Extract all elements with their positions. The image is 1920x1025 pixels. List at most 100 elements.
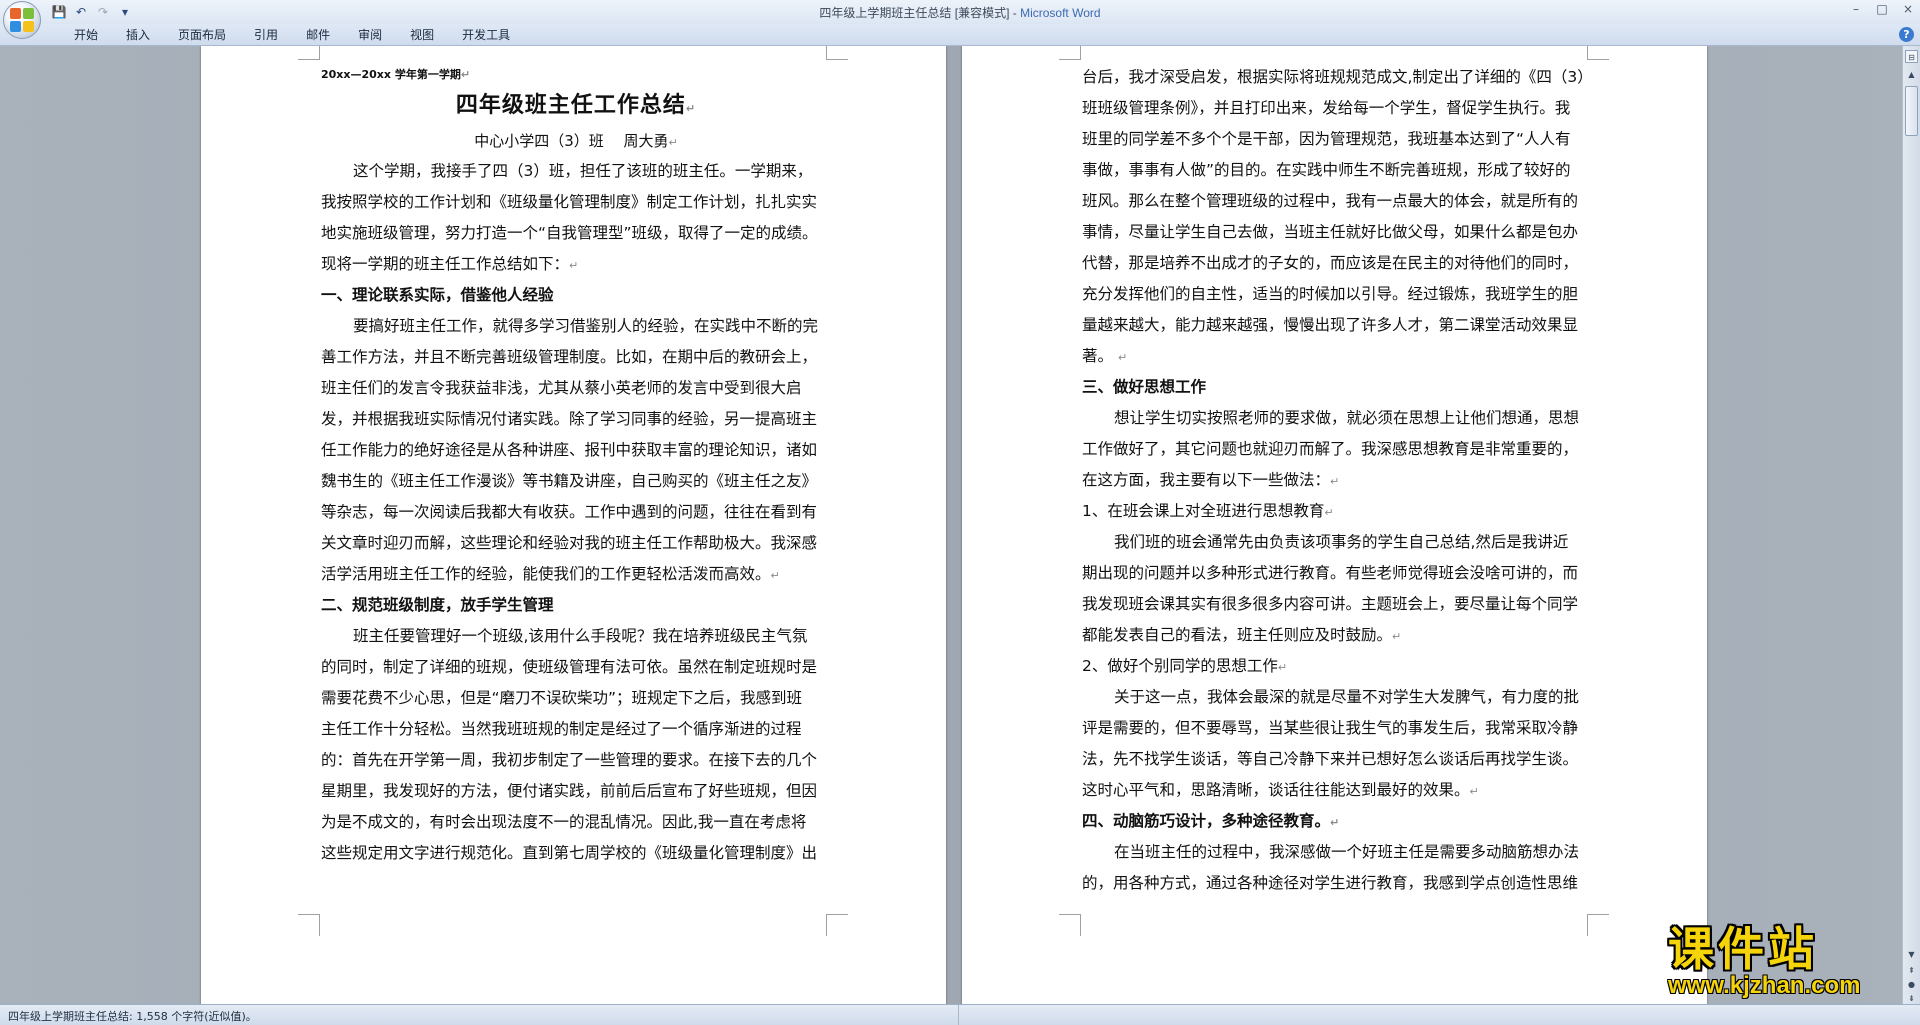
scroll-thumb[interactable] <box>1905 86 1918 136</box>
tab-mailings[interactable]: 邮件 <box>292 28 344 44</box>
paragraph-mark-icon: ↵ <box>770 569 780 582</box>
line-text: 这些规定用文字进行规范化。直到第七周学校的《班级量化管理制度》出 <box>321 844 818 862</box>
document-heading: 四年级班主任工作总结↵ <box>455 93 697 118</box>
page-1[interactable]: 20xx—20xx 学年第一学期↵ 四年级班主任工作总结↵ 中心小学四（3）班 … <box>201 46 946 1004</box>
office-logo-icon <box>10 8 34 32</box>
page-1-text[interactable]: 20xx—20xx 学年第一学期↵ 四年级班主任工作总结↵ 中心小学四（3）班 … <box>321 64 831 869</box>
line-text: 期出现的问题并以多种形式进行教育。有些老师觉得班会没啥可讲的，而 <box>1082 564 1579 582</box>
crop-mark <box>826 914 848 936</box>
tab-references[interactable]: 引用 <box>240 28 292 44</box>
line-text: 量越来越大，能力越来越强，慢慢出现了许多人才，第二课堂活动效果显 <box>1082 316 1579 334</box>
title-bar: 💾 ↶ ↷ ▾ 四年级上学期班主任总结 [兼容模式] - Microsoft W… <box>0 0 1920 39</box>
word-count-status[interactable]: 四年级上学期班主任总结: 1,558 个字符(近似值)。 <box>8 1008 257 1024</box>
line-text: 事做，事事有人做”的目的。在实践中师生不断完善班规，形成了较好的 <box>1082 161 1571 179</box>
paragraph-line: 期出现的问题并以多种形式进行教育。有些老师觉得班会没啥可讲的，而 <box>1082 558 1595 589</box>
line-text: 班里的同学差不多个个是干部，因为管理规范，我班基本达到了“人人有 <box>1082 130 1571 148</box>
crop-mark <box>1059 914 1081 936</box>
line-text: 班班级管理条例》，并且打印出来，发给每一个学生，督促学生执行。我 <box>1082 99 1571 117</box>
line-text: 我们班的班会通常先由负责该项事务的学生自己总结,然后是我讲近 <box>1114 533 1569 551</box>
paragraph-line: 班主任们的发言令我获益非浅，尤其从蔡小英老师的发言中受到很大启 <box>321 373 831 404</box>
paragraph-line: 法，先不找学生谈话，等自己冷静下来并已想好怎么谈话后再找学生谈。 <box>1082 744 1595 775</box>
window-title: 四年级上学期班主任总结 [兼容模式] - Microsoft Word <box>0 4 1920 21</box>
paragraph-line: 等杂志，每一次阅读后我都大有收获。工作中遇到的问题，往往在看到有 <box>321 497 831 528</box>
line-text: 的，用各种方式，通过各种途径对学生进行教育，我感到学点创造性思维 <box>1082 874 1579 892</box>
window-controls: – □ × <box>1850 2 1914 16</box>
line-text: 工作做好了，其它问题也就迎刃而解了。我深感思想教育是非常重要的， <box>1082 440 1579 458</box>
line-text: 评是需要的，但不要辱骂，当某些很让我生气的事发生后，我常采取冷静 <box>1082 719 1579 737</box>
status-bar: 四年级上学期班主任总结: 1,558 个字符(近似值)。 <box>0 1004 1920 1025</box>
previous-page-icon[interactable]: ⇞ <box>1905 964 1918 977</box>
line-text: 三、做好思想工作 <box>1082 378 1207 396</box>
paragraph-line: 班主任要管理好一个班级,该用什么手段呢？我在培养班级民主气氛 <box>321 621 831 652</box>
line-text: 这个学期，我接手了四（3）班，担任了该班的班主任。一学期来， <box>353 162 813 180</box>
app-name: Microsoft Word <box>1020 6 1101 20</box>
scroll-up-icon[interactable]: ▲ <box>1905 68 1918 81</box>
paragraph-line: 在当班主任的过程中，我深感做一个好班主任是需要多动脑筋想办法 <box>1082 837 1595 868</box>
line-text: 地实施班级管理，努力打造一个“自我管理型”班级，取得了一定的成绩。 <box>321 224 818 242</box>
status-divider <box>958 1005 959 1025</box>
help-icon[interactable]: ? <box>1899 27 1914 42</box>
line-text: 的：首先在开学第一周，我初步制定了一些管理的要求。在接下去的几个 <box>321 751 818 769</box>
paragraph-line: 的，用各种方式，通过各种途径对学生进行教育，我感到学点创造性思维 <box>1082 868 1595 899</box>
line-text: 发，并根据我班实际情况付诸实践。除了学习同事的经验，另一提高班主 <box>321 410 818 428</box>
watermark-text: 课件站 <box>1668 922 1818 976</box>
document-area: 20xx—20xx 学年第一学期↵ 四年级班主任工作总结↵ 中心小学四（3）班 … <box>0 46 1902 1004</box>
tab-review[interactable]: 审阅 <box>344 28 396 44</box>
line-text: 想让学生切实按照老师的要求做，就必须在思想上让他们想通，思想 <box>1114 409 1580 427</box>
scroll-down-icon[interactable]: ▼ <box>1905 948 1918 961</box>
paragraph-line: 在这方面，我主要有以下一些做法：↵ <box>1082 465 1595 496</box>
paragraph-line: 1、在班会课上对全班进行思想教育↵ <box>1082 496 1595 527</box>
line-text: 善工作方法，并且不断完善班级管理制度。比如，在期中后的教研会上， <box>321 348 818 366</box>
line-text: 现将一学期的班主任工作总结如下： <box>321 255 570 273</box>
paragraph-line: 这些规定用文字进行规范化。直到第七周学校的《班级量化管理制度》出 <box>321 838 831 869</box>
paragraph-line: 工作做好了，其它问题也就迎刃而解了。我深感思想教育是非常重要的， <box>1082 434 1595 465</box>
paragraph-line: 关文章时迎刃而解，这些理论和经验对我的班主任工作帮助极大。我深感 <box>321 528 831 559</box>
line-text: 充分发挥他们的自主性，适当的时候加以引导。经过锻炼，我班学生的胆 <box>1082 285 1579 303</box>
line-text: 任工作能力的绝好途径是从各种讲座、报刊中获取丰富的理论知识，诸如 <box>321 441 818 459</box>
line-text: 台后，我才深受启发，根据实际将班规规范成文,制定出了详细的《四（3） <box>1082 68 1593 86</box>
paragraph-line: 关于这一点，我体会最深的就是尽量不对学生大发脾气，有力度的批 <box>1082 682 1595 713</box>
line-text: 2、做好个别同学的思想工作 <box>1082 657 1278 675</box>
page-1-body: 这个学期，我接手了四（3）班，担任了该班的班主任。一学期来， 我按照学校的工作计划… <box>321 156 831 869</box>
minimize-button[interactable]: – <box>1850 2 1862 16</box>
line-text: 班主任要管理好一个班级,该用什么手段呢？我在培养班级民主气氛 <box>353 627 808 645</box>
tab-view[interactable]: 视图 <box>396 28 448 44</box>
line-text: 班主任们的发言令我获益非浅，尤其从蔡小英老师的发言中受到很大启 <box>321 379 802 397</box>
paragraph-line: 都能发表自己的看法，班主任则应及时鼓励。↵ <box>1082 620 1595 651</box>
page-2-text[interactable]: 台后，我才深受启发，根据实际将班规规范成文,制定出了详细的《四（3） 班班级管理条… <box>1082 62 1595 899</box>
paragraph-line: 地实施班级管理，努力打造一个“自我管理型”班级，取得了一定的成绩。 <box>321 218 831 249</box>
paragraph-line: 魏书生的《班主任工作漫谈》等书籍及讲座，自己购买的《班主任之友》 <box>321 466 831 497</box>
section-heading: 一、理论联系实际，借鉴他人经验 <box>321 280 831 311</box>
ribbon: 开始 插入 页面布局 引用 邮件 审阅 视图 开发工具 ? <box>0 24 1920 46</box>
crop-mark <box>1587 914 1609 936</box>
office-button[interactable] <box>3 1 41 39</box>
maximize-button[interactable]: □ <box>1876 2 1888 16</box>
vertical-scrollbar[interactable]: ⊟ ▲ ▼ ⇞ ● ⇟ <box>1902 46 1920 1004</box>
paragraph-line: 活学活用班主任工作的经验，能使我们的工作更轻松活泼而高效。↵ <box>321 559 831 590</box>
crop-mark <box>826 46 848 60</box>
paragraph-mark-icon: ↵ <box>1277 661 1288 674</box>
paragraph-mark-icon: ↵ <box>1117 351 1128 364</box>
line-text: 关于这一点，我体会最深的就是尽量不对学生大发脾气，有力度的批 <box>1114 688 1580 706</box>
select-browse-object-icon[interactable]: ● <box>1905 978 1918 991</box>
paragraph-line: 班班级管理条例》，并且打印出来，发给每一个学生，督促学生执行。我 <box>1082 93 1595 124</box>
close-button[interactable]: × <box>1902 2 1914 16</box>
document-title: 四年级上学期班主任总结 [兼容模式] - <box>819 6 1021 20</box>
paragraph-line: 代替，那是培养不出成才的子女的，而应该是在民主的对待他们的同时， <box>1082 248 1595 279</box>
line-text: 关文章时迎刃而解，这些理论和经验对我的班主任工作帮助极大。我深感 <box>321 534 818 552</box>
line-text: 代替，那是培养不出成才的子女的，而应该是在民主的对待他们的同时， <box>1082 254 1579 272</box>
paragraph-line: 星期里，我发现好的方法，便付诸实践，前前后后宣布了好些班规，但因 <box>321 776 831 807</box>
line-text: 等杂志，每一次阅读后我都大有收获。工作中遇到的问题，往往在看到有 <box>321 503 818 521</box>
tab-page-layout[interactable]: 页面布局 <box>164 28 240 44</box>
paragraph-line: 我发现班会课其实有很多很多内容可讲。主题班会上，要尽量让每个同学 <box>1082 589 1595 620</box>
paragraph-line: 这时心平气和，思路清晰，谈话往往能达到最好的效果。↵ <box>1082 775 1595 806</box>
tab-home[interactable]: 开始 <box>60 28 112 44</box>
tab-developer[interactable]: 开发工具 <box>448 28 524 44</box>
crop-mark <box>1059 46 1081 60</box>
paragraph-line: 善工作方法，并且不断完善班级管理制度。比如，在期中后的教研会上， <box>321 342 831 373</box>
line-text: 班风。那么在整个管理班级的过程中，我有一点最大的体会，就是所有的 <box>1082 192 1579 210</box>
tab-insert[interactable]: 插入 <box>112 28 164 44</box>
page-2[interactable]: 台后，我才深受启发，根据实际将班规规范成文,制定出了详细的《四（3） 班班级管理条… <box>962 46 1707 1004</box>
paragraph-mark-icon: ↵ <box>1330 816 1340 829</box>
view-ruler-button[interactable]: ⊟ <box>1905 50 1918 63</box>
